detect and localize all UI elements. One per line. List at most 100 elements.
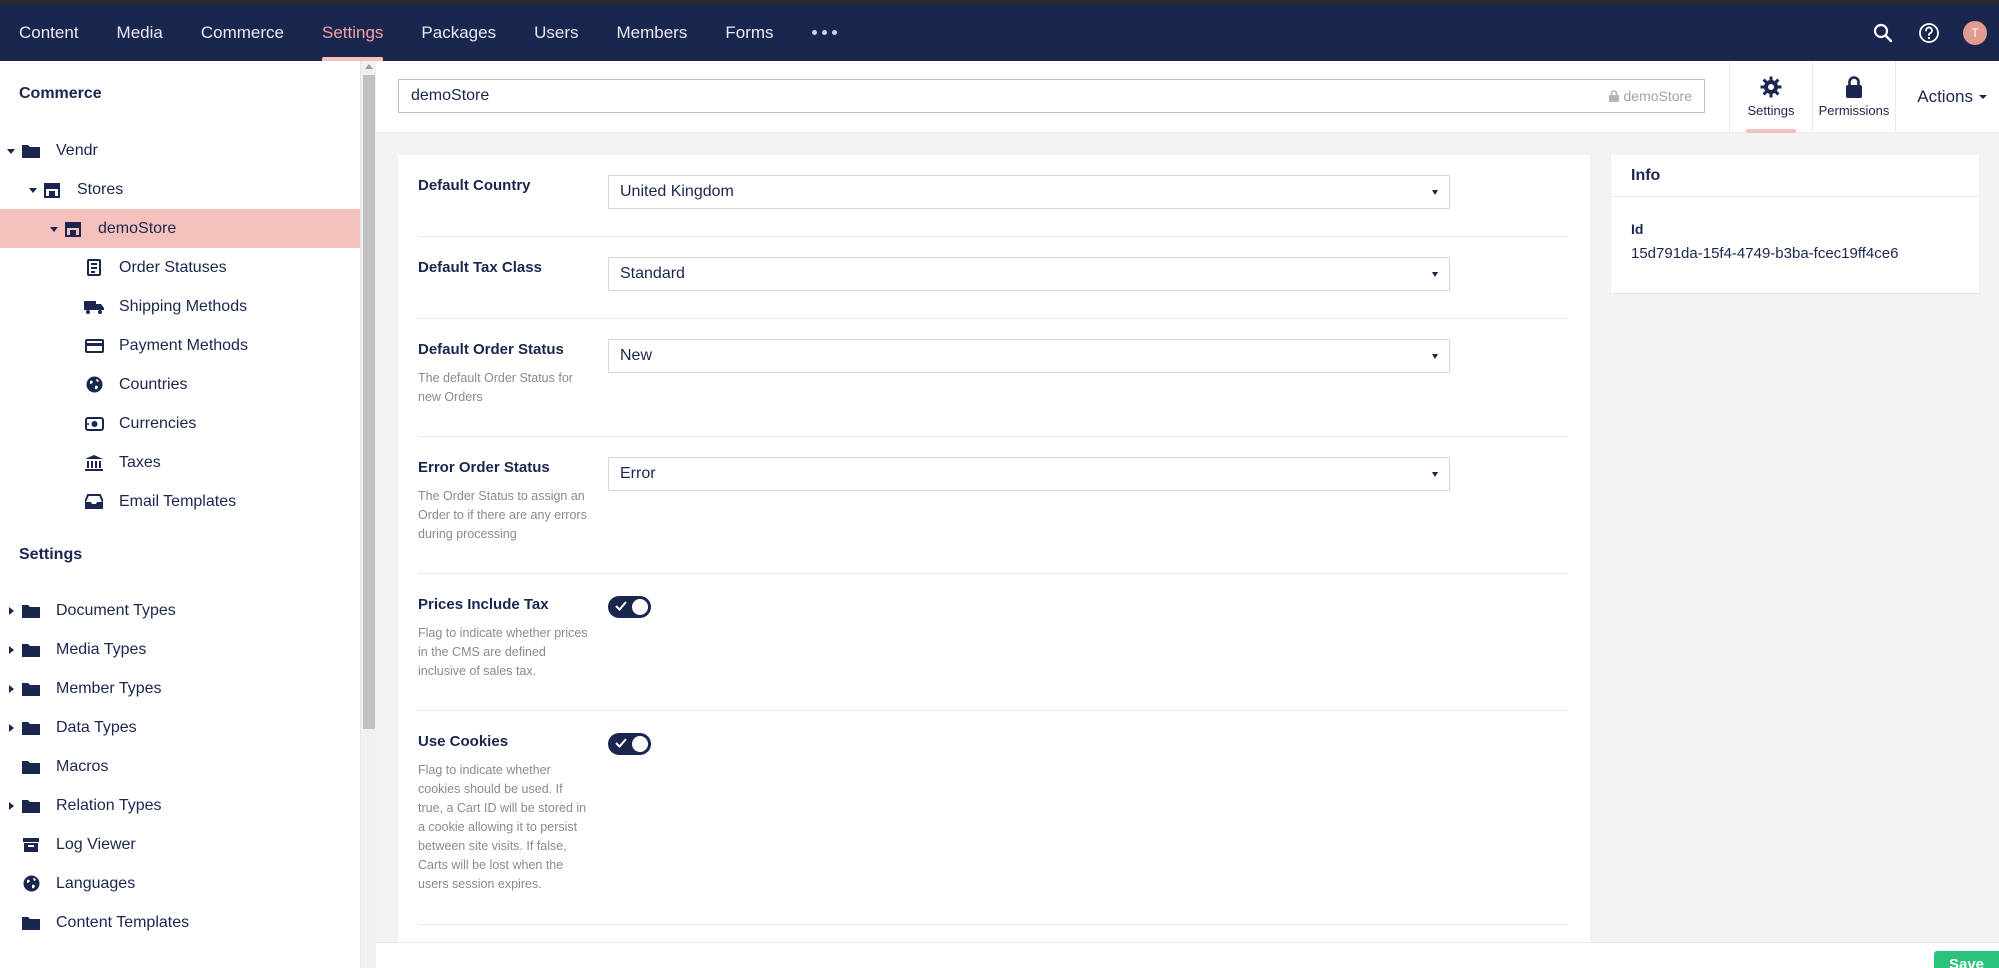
store-name-value: demoStore (411, 87, 490, 104)
tab-permissions[interactable]: Permissions (1813, 61, 1896, 133)
info-title: Info (1611, 155, 1979, 197)
avatar[interactable]: T (1963, 20, 1987, 45)
property-label: Prices Include Tax (418, 596, 549, 613)
caret-right-icon[interactable] (6, 684, 16, 694)
chevron-down-icon (1432, 271, 1438, 277)
credit-card-icon (84, 337, 104, 355)
tree-item-label: Member Types (56, 679, 162, 697)
folder-icon (21, 641, 41, 659)
default-tax-class-select[interactable]: Standard (608, 257, 1450, 291)
nav-item-users[interactable]: Users (515, 4, 597, 61)
tree-item-media-types[interactable]: Media Types (0, 630, 360, 669)
tree-item-member-types[interactable]: Member Types (0, 669, 360, 708)
tree-item-stores[interactable]: Stores (0, 170, 360, 209)
nav-item-packages[interactable]: Packages (402, 4, 515, 61)
property-description: Flag to indicate whether prices in the C… (418, 626, 588, 678)
sidebar-section-title-settings: Settings (19, 546, 83, 563)
search-icon[interactable] (1871, 21, 1895, 45)
id-value: 15d791da-15f4-4749-b3ba-fcec19ff4ce6 (1631, 245, 1899, 262)
property-label: Default Country (418, 177, 531, 194)
default-order-status-select[interactable]: New (608, 339, 1450, 373)
tree-item-label: Content Templates (56, 913, 190, 931)
tree-item-relation-types[interactable]: Relation Types (0, 786, 360, 825)
tree-item-content-templates[interactable]: Content Templates (0, 903, 360, 942)
toggle-knob (632, 599, 648, 615)
help-icon[interactable] (1917, 21, 1941, 45)
tree-item-countries[interactable]: Countries (0, 365, 360, 404)
sidebar-scrollbar[interactable] (360, 61, 376, 968)
tab-settings[interactable]: Settings (1730, 61, 1813, 133)
caret-right-icon[interactable] (6, 606, 16, 616)
tree-item-label: Data Types (56, 718, 137, 736)
folder-icon (21, 680, 41, 698)
store-settings-panel: Default Country United Kingdom Default T… (398, 155, 1590, 955)
tree-item-log-viewer[interactable]: Log Viewer (0, 825, 360, 864)
tree-item-taxes[interactable]: Taxes (0, 443, 360, 482)
nav-item-forms[interactable]: Forms (706, 4, 792, 61)
folder-icon (21, 142, 41, 160)
tree-item-label: Order Statuses (119, 258, 227, 276)
tree-item-document-types[interactable]: Document Types (0, 591, 360, 630)
editor-footer: Save (376, 942, 1999, 968)
actions-label: Actions (1917, 87, 1973, 106)
tree-item-payment-methods[interactable]: Payment Methods (0, 326, 360, 365)
nav-item-content[interactable]: Content (0, 4, 98, 61)
chevron-down-icon (1432, 471, 1438, 477)
tree-item-macros[interactable]: Macros (0, 747, 360, 786)
save-button[interactable]: Save (1934, 951, 1999, 968)
tree-item-data-types[interactable]: Data Types (0, 708, 360, 747)
tree-item-vendr[interactable]: Vendr (0, 131, 360, 170)
property-description: Flag to indicate whether cookies should … (418, 763, 587, 891)
nav-item-media[interactable]: Media (98, 4, 182, 61)
id-label: Id (1631, 221, 1644, 237)
property-default-order-status: Default Order Status The default Order S… (418, 319, 1568, 437)
nav-item-settings[interactable]: Settings (303, 4, 402, 61)
store-name-input[interactable]: demoStore demoStore (398, 79, 1705, 113)
caret-right-icon[interactable] (6, 645, 16, 655)
caret-down-icon (1979, 95, 1987, 99)
caret-down-icon[interactable] (6, 146, 16, 156)
inbox-icon (84, 493, 104, 511)
property-label: Error Order Status (418, 459, 550, 476)
select-value: United Kingdom (620, 183, 734, 200)
tree-item-order-statuses[interactable]: Order Statuses (0, 248, 360, 287)
nav-item-commerce[interactable]: Commerce (182, 4, 303, 61)
tree-item-email-templates[interactable]: Email Templates (0, 482, 360, 521)
tree-item-shipping-methods[interactable]: Shipping Methods (0, 287, 360, 326)
caret-right-icon[interactable] (6, 801, 16, 811)
use-cookies-toggle[interactable] (608, 733, 651, 755)
section-nav: Content Media Commerce Settings Packages… (0, 4, 856, 61)
alias-field[interactable]: demoStore (1608, 88, 1692, 104)
scrollbar-thumb[interactable] (363, 75, 375, 729)
alias-value: demoStore (1623, 88, 1692, 104)
order-status-icon (84, 259, 104, 277)
scroll-up-icon[interactable] (365, 64, 373, 69)
prices-include-tax-toggle[interactable] (608, 596, 651, 618)
globe-icon (84, 376, 104, 394)
folder-icon (21, 797, 41, 815)
tree-item-demostore[interactable]: demoStore (0, 209, 360, 248)
property-prices-include-tax: Prices Include Tax Flag to indicate whet… (418, 574, 1568, 711)
property-default-country: Default Country United Kingdom (418, 155, 1568, 237)
app-tabs: Settings Permissions (1729, 61, 1896, 133)
tree-item-label: Relation Types (56, 796, 162, 814)
nav-item-members[interactable]: Members (598, 4, 707, 61)
store-icon (63, 220, 83, 238)
actions-button[interactable]: Actions (1917, 61, 1987, 133)
caret-down-icon[interactable] (49, 224, 59, 234)
tree-item-languages[interactable]: Languages (0, 864, 360, 903)
property-description: The Order Status to assign an Order to i… (418, 489, 587, 541)
top-right-tools: T (1871, 4, 1999, 61)
tree-item-label: demoStore (98, 219, 177, 237)
chevron-down-icon (1432, 353, 1438, 359)
property-error-order-status: Error Order Status The Order Status to a… (418, 437, 1568, 574)
checkmark-icon (615, 601, 627, 611)
property-default-tax-class: Default Tax Class Standard (418, 237, 1568, 319)
ellipsis-icon[interactable] (793, 4, 856, 61)
store-icon (42, 181, 62, 199)
default-country-select[interactable]: United Kingdom (608, 175, 1450, 209)
caret-right-icon[interactable] (6, 723, 16, 733)
tree-item-currencies[interactable]: Currencies (0, 404, 360, 443)
caret-down-icon[interactable] (28, 185, 38, 195)
error-order-status-select[interactable]: Error (608, 457, 1450, 491)
